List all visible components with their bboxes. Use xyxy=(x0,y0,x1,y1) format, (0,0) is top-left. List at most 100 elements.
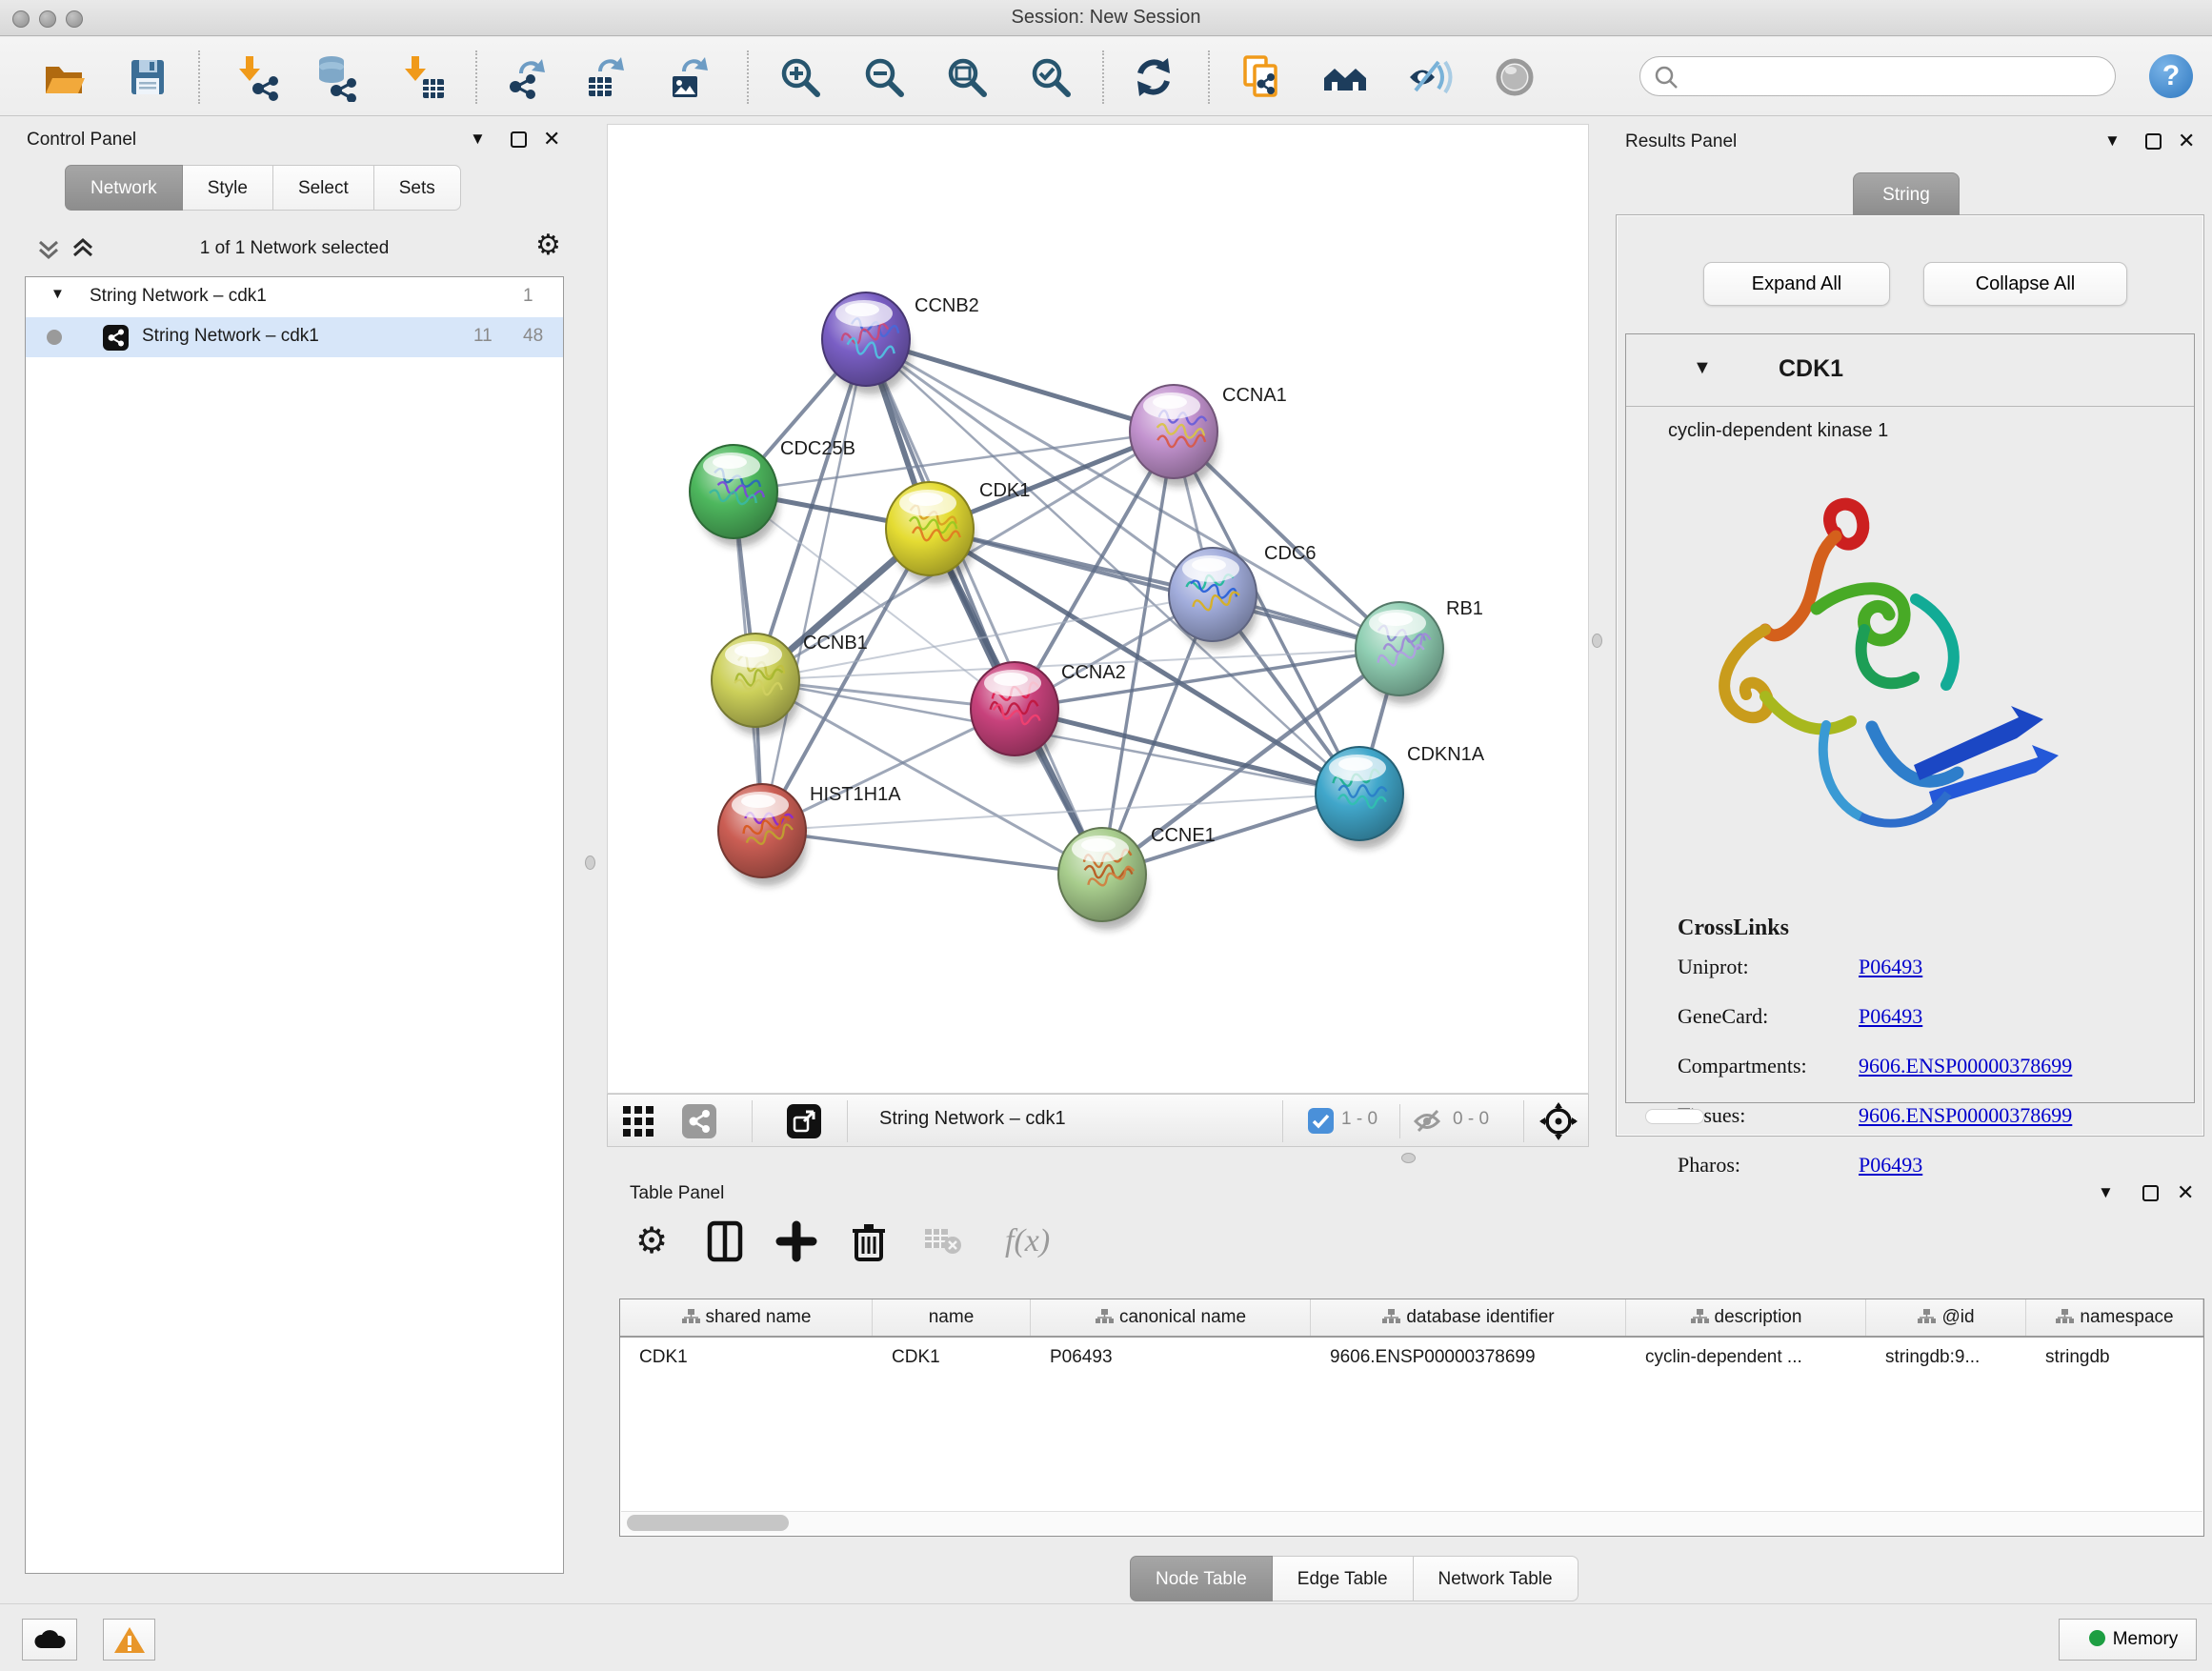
zoom-fit-icon[interactable] xyxy=(942,52,992,102)
table-cell[interactable]: stringdb xyxy=(2026,1343,2203,1372)
results-panel-menu-icon[interactable]: ▼ xyxy=(2104,131,2121,151)
collection-expand-icon[interactable]: ▼ xyxy=(50,286,65,302)
tab-sets[interactable]: Sets xyxy=(374,165,461,211)
network-row[interactable]: String Network – cdk1 11 48 xyxy=(26,317,563,357)
right-splitter-handle[interactable] xyxy=(1592,634,1602,648)
crosslink-link[interactable]: 9606.ENSP00000378699 xyxy=(1859,1054,2072,1078)
tab-network[interactable]: Network xyxy=(65,165,183,211)
open-in-new-window-icon[interactable] xyxy=(787,1104,821,1143)
edge-CDK1-RB1[interactable] xyxy=(930,529,1399,649)
home-network-icon[interactable] xyxy=(1320,52,1370,102)
control-panel-close-icon[interactable]: ✕ xyxy=(543,127,560,151)
help-button[interactable]: ? xyxy=(2149,54,2193,98)
edge-CCNB2-CCNE1[interactable] xyxy=(866,339,1102,875)
network-collection-row[interactable]: ▼ String Network – cdk1 1 xyxy=(26,277,563,317)
node-CCNE1[interactable] xyxy=(1058,828,1147,930)
column-header--id[interactable]: @id xyxy=(1866,1299,2026,1336)
table-panel-menu-icon[interactable]: ▼ xyxy=(2098,1182,2114,1203)
edge-CCNB2-HIST1H1A[interactable] xyxy=(762,339,866,831)
edge-HIST1H1A-CCNE1[interactable] xyxy=(762,831,1102,875)
crosslink-link[interactable]: P06493 xyxy=(1859,955,1922,979)
show-columns-icon[interactable] xyxy=(704,1219,748,1263)
function-builder-icon[interactable]: f(x) xyxy=(1005,1219,1081,1263)
export-image-icon[interactable] xyxy=(665,52,714,102)
tab-edge-table[interactable]: Edge Table xyxy=(1273,1556,1414,1601)
warning-status-button[interactable] xyxy=(103,1619,155,1661)
selected-checkbox-icon[interactable] xyxy=(1308,1108,1334,1138)
column-header-name[interactable]: name xyxy=(873,1299,1031,1336)
results-panel-close-icon[interactable]: ✕ xyxy=(2178,129,2195,153)
results-scrollbar-thumb[interactable] xyxy=(1645,1109,1704,1124)
add-column-icon[interactable] xyxy=(774,1219,818,1263)
save-session-icon[interactable] xyxy=(123,52,172,102)
table-options-gear-icon[interactable]: ⚙ xyxy=(635,1219,679,1263)
table-hscrollbar-thumb[interactable] xyxy=(627,1515,789,1531)
crosslink-link[interactable]: P06493 xyxy=(1859,1004,1922,1029)
results-panel-float-icon[interactable] xyxy=(2145,133,2162,150)
node-CDKN1A[interactable] xyxy=(1316,747,1404,849)
preview-orb-icon[interactable] xyxy=(1490,52,1539,102)
bottom-splitter-handle[interactable] xyxy=(1401,1153,1416,1163)
birds-eye-view-icon[interactable] xyxy=(1539,1102,1578,1145)
table-cell[interactable]: stringdb:9... xyxy=(1866,1343,2026,1372)
open-file-icon[interactable] xyxy=(39,52,89,102)
results-tab-string[interactable]: String xyxy=(1853,172,1960,215)
network-share-view-icon[interactable] xyxy=(682,1104,716,1143)
table-cell[interactable]: 9606.ENSP00000378699 xyxy=(1311,1343,1626,1372)
tab-style[interactable]: Style xyxy=(183,165,273,211)
node-HIST1H1A[interactable] xyxy=(718,784,807,886)
import-network-database-icon[interactable] xyxy=(311,52,360,102)
edge-CCNB2-CCNA1[interactable] xyxy=(866,339,1174,432)
memory-button[interactable]: Memory xyxy=(2059,1619,2197,1661)
clone-network-icon[interactable] xyxy=(1238,52,1288,102)
node-CDC6[interactable] xyxy=(1169,548,1257,650)
export-network-icon[interactable] xyxy=(502,52,552,102)
control-panel-float-icon[interactable] xyxy=(511,131,527,148)
delete-column-icon[interactable] xyxy=(847,1219,891,1263)
column-header-database-identifier[interactable]: database identifier xyxy=(1311,1299,1626,1336)
tab-node-table[interactable]: Node Table xyxy=(1130,1556,1273,1601)
network-selection-summary: 1 of 1 Network selected xyxy=(25,238,564,259)
column-header-shared-name[interactable]: shared name xyxy=(620,1299,873,1336)
zoom-out-icon[interactable] xyxy=(859,52,909,102)
zoom-in-icon[interactable] xyxy=(775,52,825,102)
crosslink-link[interactable]: 9606.ENSP00000378699 xyxy=(1859,1103,2072,1128)
import-table-file-icon[interactable] xyxy=(398,52,448,102)
node-CCNB1[interactable] xyxy=(712,634,800,735)
hidden-eye-icon[interactable] xyxy=(1413,1108,1445,1139)
grid-view-icon[interactable] xyxy=(622,1105,654,1142)
table-cell[interactable]: CDK1 xyxy=(620,1343,873,1372)
table-panel-float-icon[interactable] xyxy=(2142,1185,2159,1201)
node-RB1[interactable] xyxy=(1356,602,1444,704)
column-header-canonical-name[interactable]: canonical name xyxy=(1031,1299,1311,1336)
refresh-view-icon[interactable] xyxy=(1130,52,1179,102)
left-splitter-handle[interactable] xyxy=(585,856,595,870)
node-CCNA1[interactable] xyxy=(1130,385,1218,487)
column-header-description[interactable]: description xyxy=(1626,1299,1866,1336)
cloud-status-button[interactable] xyxy=(22,1619,77,1661)
network-canvas[interactable]: CCNB2CCNA1CDC25BCDK1CDC6RB1CCNB1CCNA2CDK… xyxy=(607,124,1589,1094)
control-panel-menu-icon[interactable]: ▼ xyxy=(470,129,486,150)
table-cell[interactable]: cyclin-dependent ... xyxy=(1626,1343,1866,1372)
collapse-all-button[interactable]: Collapse All xyxy=(1923,262,2127,306)
hide-unhide-icon[interactable] xyxy=(1406,52,1456,102)
section-collapse-icon[interactable]: ▼ xyxy=(1693,357,1712,379)
results-section-header[interactable]: ▼ CDK1 xyxy=(1626,334,2194,407)
import-network-file-icon[interactable] xyxy=(232,52,282,102)
export-table-icon[interactable] xyxy=(581,52,631,102)
search-input[interactable] xyxy=(1684,61,2103,91)
table-cell[interactable]: CDK1 xyxy=(873,1343,1031,1372)
node-CCNA2[interactable] xyxy=(971,662,1059,764)
zoom-selected-icon[interactable] xyxy=(1026,52,1076,102)
table-cell[interactable]: P06493 xyxy=(1031,1343,1311,1372)
column-header-namespace[interactable]: namespace xyxy=(2026,1299,2203,1336)
delete-table-icon[interactable] xyxy=(921,1219,965,1263)
table-panel-close-icon[interactable]: ✕ xyxy=(2177,1180,2194,1205)
network-options-gear-icon[interactable]: ⚙ xyxy=(535,229,561,262)
tab-network-table[interactable]: Network Table xyxy=(1414,1556,1579,1601)
node-CDC25B[interactable] xyxy=(690,445,778,547)
node-CCNB2[interactable] xyxy=(822,292,911,394)
tab-select[interactable]: Select xyxy=(273,165,374,211)
expand-all-button[interactable]: Expand All xyxy=(1703,262,1890,306)
node-CDK1[interactable] xyxy=(886,482,975,584)
